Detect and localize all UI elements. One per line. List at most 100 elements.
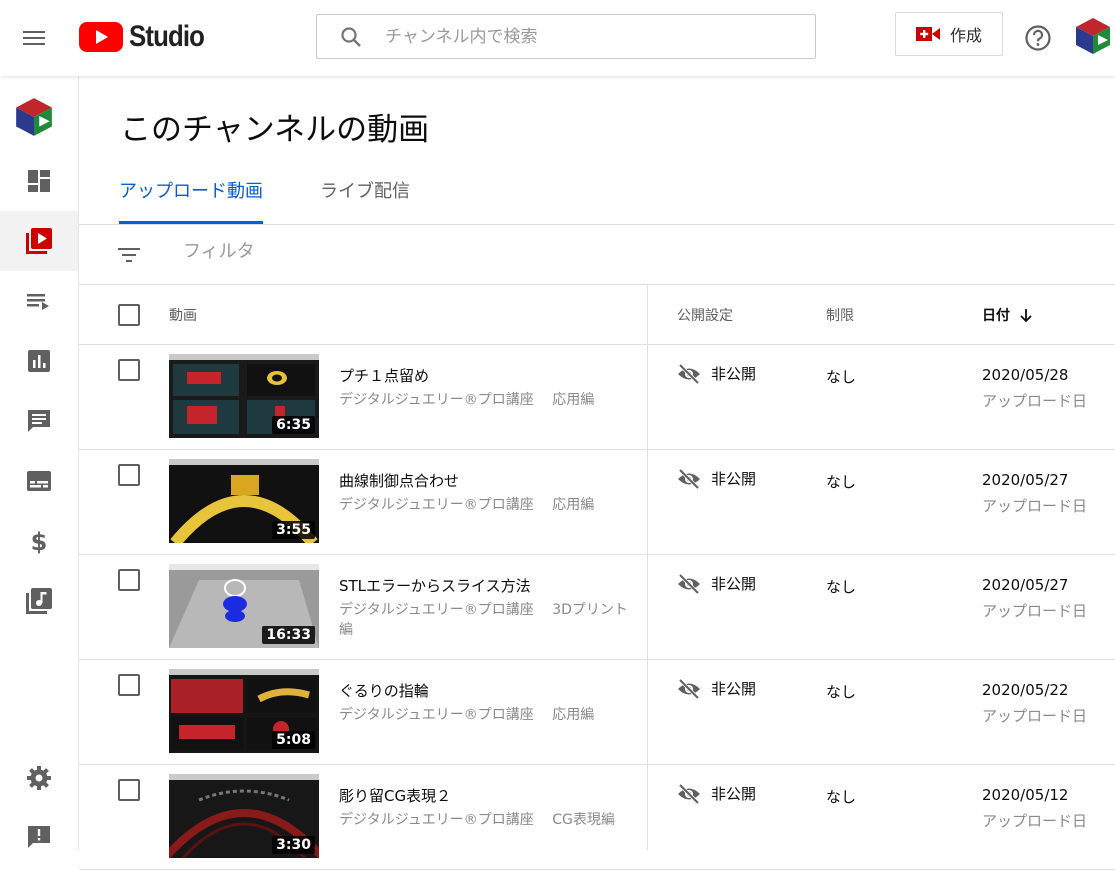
help-icon[interactable] <box>1020 20 1056 56</box>
dollar-icon: $ <box>31 528 48 555</box>
sidebar: $ <box>0 76 79 850</box>
tab-live[interactable]: ライブ配信 <box>320 172 410 224</box>
date-value: 2020/05/22 <box>982 681 1069 699</box>
video-title[interactable]: 曲線制御点合わせ <box>339 470 459 491</box>
analytics-icon <box>28 350 50 372</box>
eye-off-icon <box>678 678 700 699</box>
video-description: デジタルジュエリー®プロ講座 応用編 <box>339 497 595 513</box>
restrictions-value: なし <box>826 368 857 386</box>
date-value: 2020/05/27 <box>982 471 1069 489</box>
video-title[interactable]: ぐるりの指輪 <box>339 680 429 701</box>
search-input[interactable] <box>385 26 785 47</box>
visibility-dropdown[interactable]: 非公開 <box>677 573 756 594</box>
filter-input[interactable] <box>183 241 483 262</box>
table-row[interactable]: 3:30 彫り留CG表現２ デジタルジュエリー®プロ講座 CG表現編 非公開 な… <box>79 765 1115 870</box>
restrictions-value: なし <box>826 473 857 491</box>
audio-library-icon <box>26 588 52 614</box>
video-thumbnail[interactable]: 3:30 <box>169 774 319 858</box>
select-all-checkbox[interactable] <box>118 304 140 326</box>
svg-text:$: $ <box>31 528 48 555</box>
video-duration: 3:30 <box>272 836 315 854</box>
eye-off-icon <box>678 783 700 804</box>
sidebar-item-videos[interactable] <box>0 211 78 271</box>
date-value: 2020/05/12 <box>982 786 1069 804</box>
video-title[interactable]: 彫り留CG表現２ <box>339 785 451 806</box>
youtube-logo-icon <box>79 22 123 52</box>
account-avatar[interactable] <box>1074 16 1112 56</box>
channel-avatar[interactable] <box>14 96 54 138</box>
top-bar: Studio 作成 <box>0 0 1115 76</box>
search-icon[interactable] <box>339 25 363 49</box>
gear-icon <box>27 766 51 790</box>
video-duration: 16:33 <box>262 626 315 644</box>
hamburger-menu-icon[interactable] <box>16 20 52 56</box>
header-date-sort[interactable]: 日付 <box>982 305 1034 325</box>
comments-icon <box>28 410 50 432</box>
video-thumbnail[interactable]: 6:35 <box>169 354 319 438</box>
date-value: 2020/05/27 <box>982 576 1069 594</box>
sidebar-item-monetization[interactable]: $ <box>0 511 78 571</box>
visibility-label: 非公開 <box>711 365 757 383</box>
sidebar-item-playlists[interactable] <box>0 271 78 331</box>
date-type: アップロード日 <box>982 392 1088 410</box>
video-title[interactable]: STLエラーからスライス方法 <box>339 575 531 596</box>
row-checkbox[interactable] <box>118 359 140 381</box>
video-thumbnail[interactable]: 16:33 <box>169 564 319 648</box>
video-thumbnail[interactable]: 5:08 <box>169 669 319 753</box>
playlist-icon <box>27 294 49 310</box>
sidebar-item-audio-library[interactable] <box>0 571 78 631</box>
create-label: 作成 <box>949 26 982 45</box>
header-restrictions: 制限 <box>826 308 854 324</box>
search-box <box>316 14 816 59</box>
table-row[interactable]: 5:08 ぐるりの指輪 デジタルジュエリー®プロ講座 応用編 非公開 なし 20… <box>79 660 1115 765</box>
header-video: 動画 <box>169 308 197 324</box>
feedback-icon <box>28 826 50 848</box>
sidebar-item-settings[interactable] <box>0 748 78 808</box>
header-visibility: 公開設定 <box>677 308 733 324</box>
visibility-label: 非公開 <box>711 470 757 488</box>
visibility-label: 非公開 <box>711 575 757 593</box>
studio-logo[interactable]: Studio <box>79 20 216 54</box>
arrow-down-icon <box>1020 309 1032 323</box>
filter-bar <box>79 225 1115 285</box>
eye-off-icon <box>678 573 700 594</box>
tab-bar: アップロード動画 ライブ配信 <box>79 172 1115 225</box>
video-duration: 5:08 <box>272 731 315 749</box>
sidebar-item-dashboard[interactable] <box>0 151 78 211</box>
row-checkbox[interactable] <box>118 779 140 801</box>
video-thumbnail[interactable]: 3:55 <box>169 459 319 543</box>
page-title: このチャンネルの動画 <box>120 112 430 148</box>
restrictions-value: なし <box>826 578 857 596</box>
visibility-dropdown[interactable]: 非公開 <box>677 468 756 489</box>
table-row[interactable]: 16:33 STLエラーからスライス方法 デジタルジュエリー®プロ講座 3Dプリ… <box>79 555 1115 660</box>
row-checkbox[interactable] <box>118 464 140 486</box>
visibility-dropdown[interactable]: 非公開 <box>677 363 756 384</box>
video-description: デジタルジュエリー®プロ講座 CG表現編 <box>339 812 615 828</box>
video-description: デジタルジュエリー®プロ講座 応用編 <box>339 392 595 408</box>
date-type: アップロード日 <box>982 497 1088 515</box>
main-content: このチャンネルの動画 アップロード動画 ライブ配信 動画 公開設定 制限 日付 <box>79 76 1115 870</box>
row-checkbox[interactable] <box>118 674 140 696</box>
video-description: デジタルジュエリー®プロ講座 3Dプリント編 <box>339 602 628 638</box>
date-type: アップロード日 <box>982 602 1088 620</box>
table-row[interactable]: 3:55 曲線制御点合わせ デジタルジュエリー®プロ講座 応用編 非公開 なし … <box>79 450 1115 555</box>
visibility-dropdown[interactable]: 非公開 <box>677 678 756 699</box>
video-library-icon <box>26 228 52 254</box>
row-checkbox[interactable] <box>118 569 140 591</box>
sidebar-item-analytics[interactable] <box>0 331 78 391</box>
visibility-dropdown[interactable]: 非公開 <box>677 783 756 804</box>
tab-uploads[interactable]: アップロード動画 <box>119 172 263 224</box>
subtitles-icon <box>27 471 51 491</box>
create-video-icon <box>915 27 940 41</box>
sidebar-item-feedback[interactable] <box>0 807 78 867</box>
table-header: 動画 公開設定 制限 日付 <box>79 285 1115 345</box>
sidebar-item-comments[interactable] <box>0 391 78 451</box>
logo-text: Studio <box>129 20 205 53</box>
filter-icon[interactable] <box>117 243 141 267</box>
sidebar-item-subtitles[interactable] <box>0 451 78 511</box>
video-title[interactable]: プチ１点留め <box>339 365 429 386</box>
visibility-label: 非公開 <box>711 680 757 698</box>
create-button[interactable]: 作成 <box>895 12 1003 56</box>
restrictions-value: なし <box>826 788 857 806</box>
table-row[interactable]: 6:35 プチ１点留め デジタルジュエリー®プロ講座 応用編 非公開 なし 20… <box>79 345 1115 450</box>
